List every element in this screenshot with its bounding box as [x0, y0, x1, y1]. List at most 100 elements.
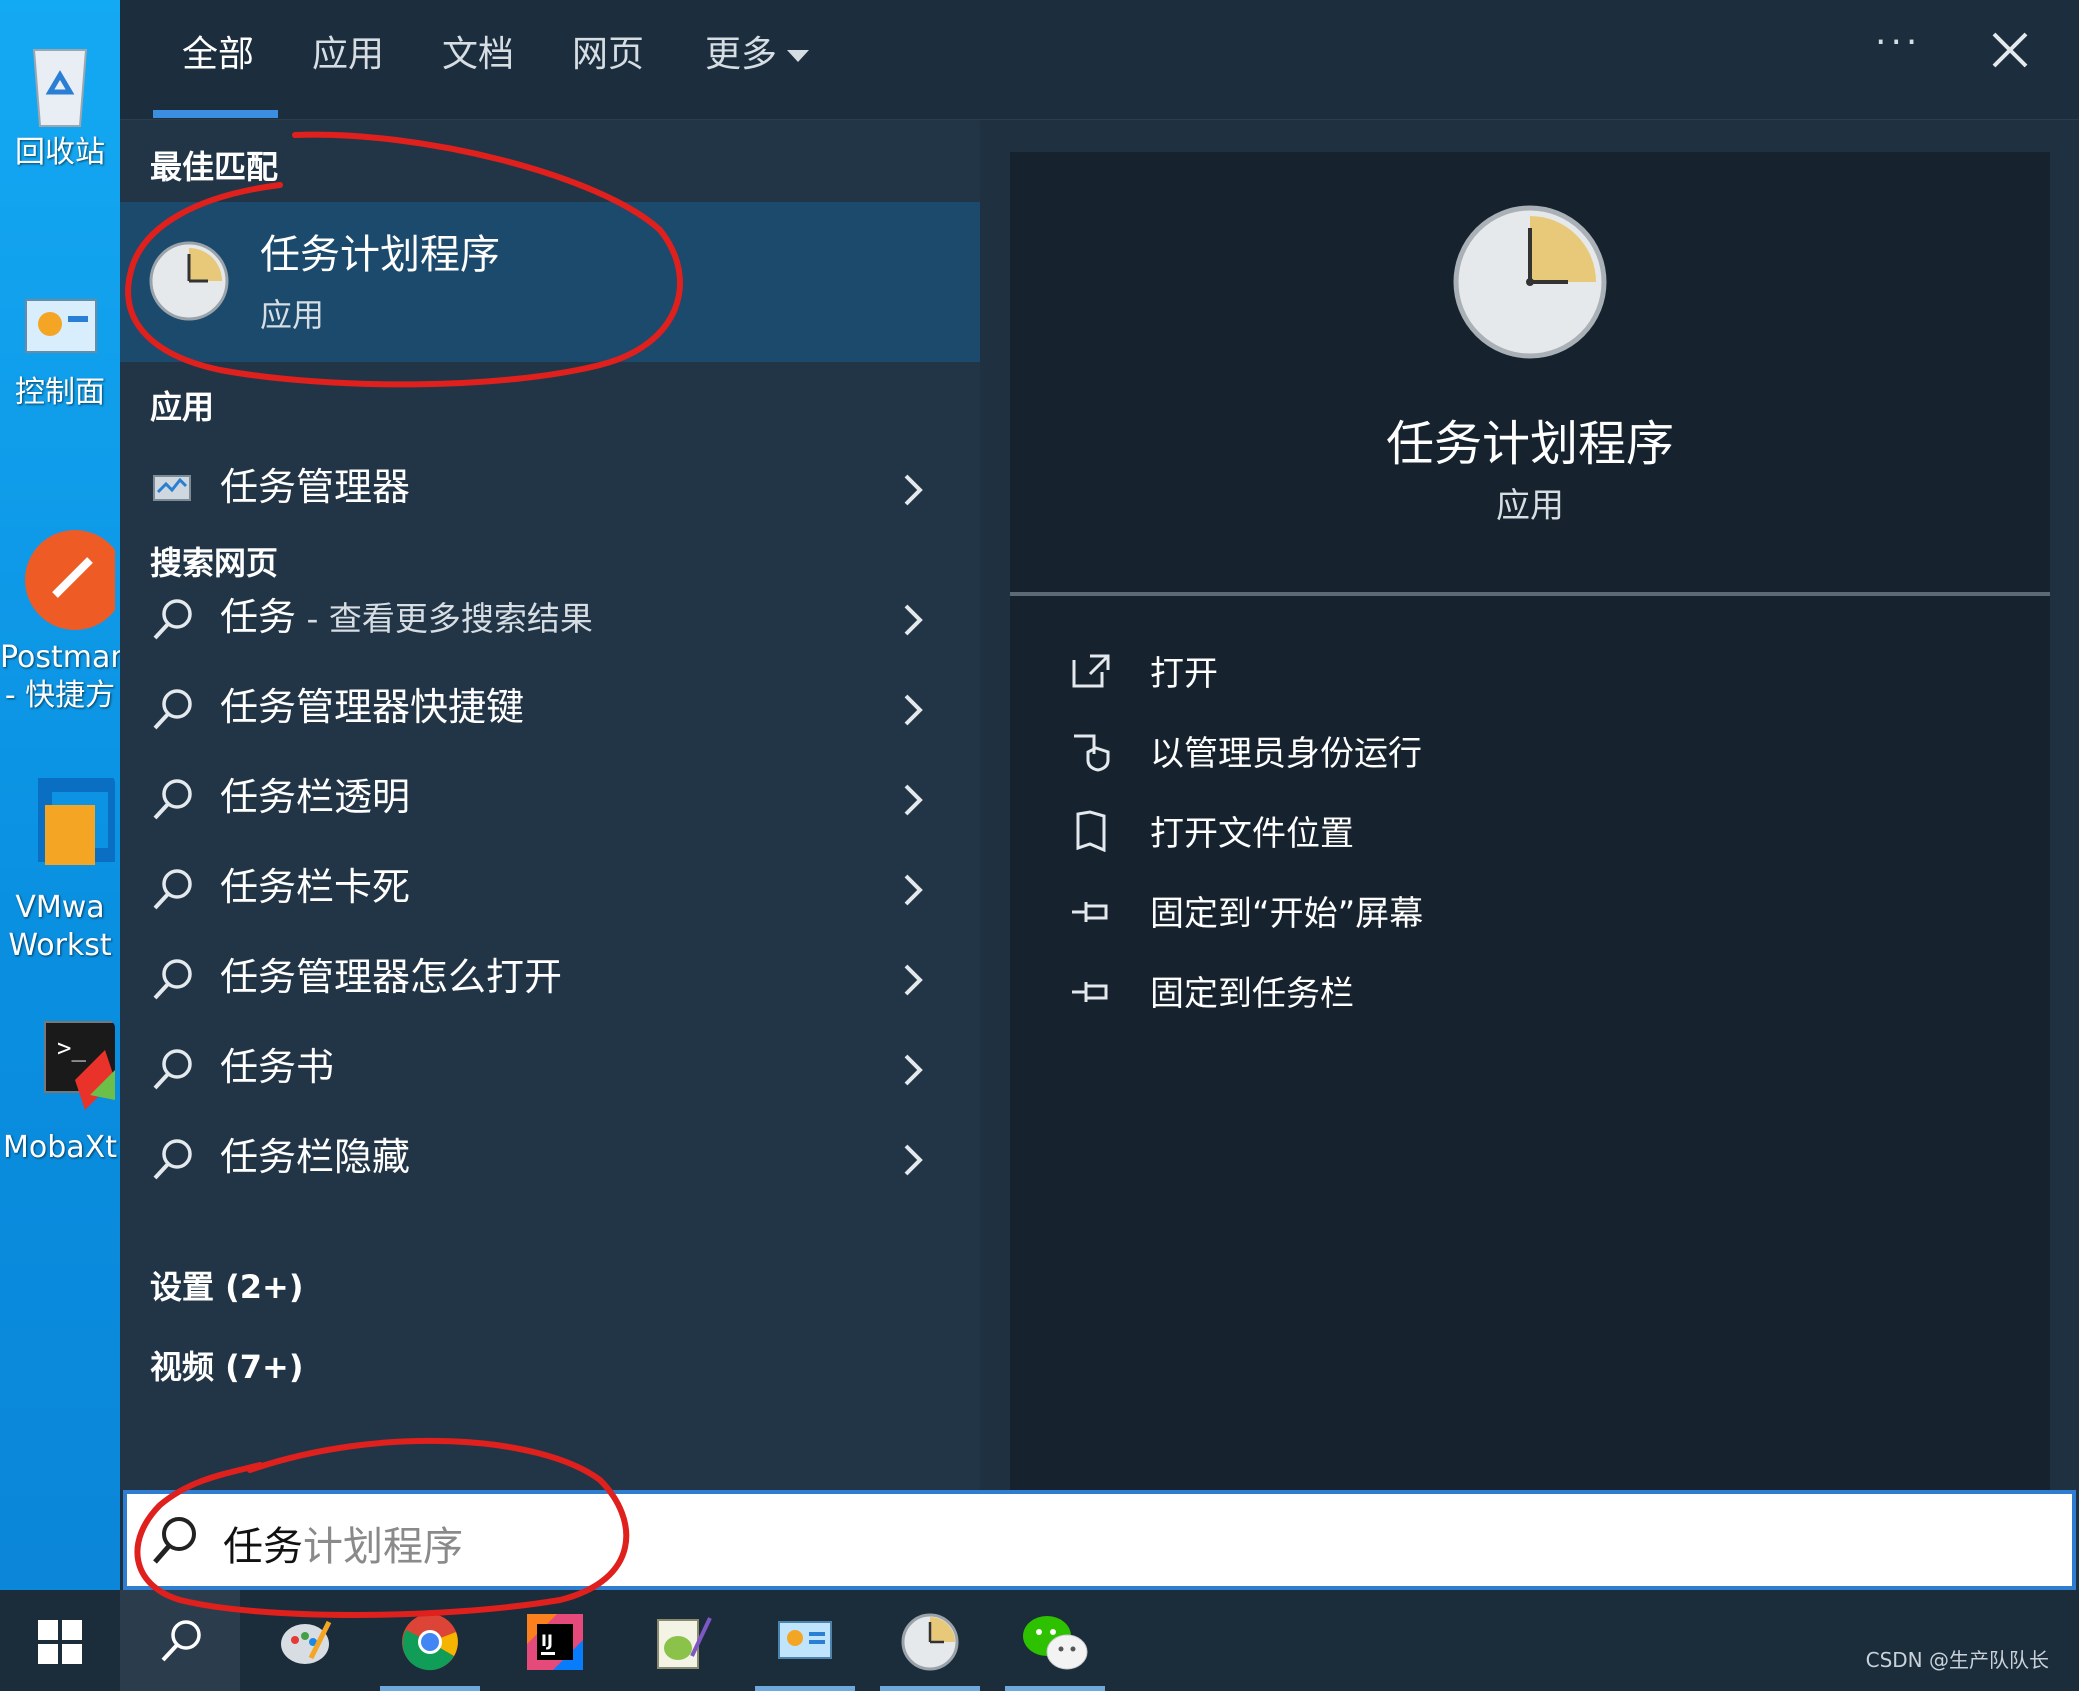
- taskbar-paint[interactable]: [245, 1590, 365, 1691]
- web-result[interactable]: 任务栏卡死: [120, 848, 980, 928]
- result-label: 任务管理器快捷键: [220, 685, 525, 729]
- desktop-icon-control-panel[interactable]: 控制面: [0, 290, 120, 412]
- intellij-icon: IJ: [527, 1614, 583, 1670]
- chevron-right-icon[interactable]: [900, 1140, 928, 1180]
- task-scheduler-clock-icon: [1453, 205, 1607, 359]
- chevron-down-icon: [787, 50, 810, 62]
- result-label: 任务管理器: [220, 465, 411, 509]
- taskbar-task-scheduler[interactable]: [870, 1590, 990, 1691]
- task-scheduler-clock-icon: [901, 1613, 959, 1671]
- search-text: 任务计划程序: [223, 1514, 463, 1572]
- desktop-icon-label: Postman: [0, 640, 120, 675]
- search-tabs-bar: 全部 应用 文档 网页 更多 ···: [120, 0, 2079, 120]
- svg-text:IJ: IJ: [541, 1631, 553, 1650]
- action-label: 打开: [1150, 654, 1218, 694]
- desktop-icon-postman[interactable]: Postman - 快捷方: [0, 525, 120, 715]
- result-label: 任务栏隐藏: [220, 1135, 411, 1179]
- web-result[interactable]: 任务书: [120, 1028, 980, 1108]
- action-open-file-location[interactable]: 打开文件位置: [1070, 802, 1870, 862]
- running-indicator: [880, 1686, 980, 1691]
- taskbar: IJ CSDN @生产队队长: [0, 1590, 2079, 1691]
- taskbar-wechat[interactable]: [995, 1590, 1115, 1691]
- web-result[interactable]: 任务栏透明: [120, 758, 980, 838]
- search-autocomplete: 计划程序: [303, 1524, 463, 1570]
- taskbar-chrome[interactable]: [370, 1590, 490, 1691]
- vmware-icon: [38, 778, 120, 865]
- task-scheduler-clock-icon: [149, 241, 229, 321]
- chevron-right-icon[interactable]: [900, 600, 928, 640]
- search-icon: [153, 1517, 196, 1564]
- tab-apps[interactable]: 应用: [312, 30, 384, 80]
- action-run-as-admin[interactable]: 以管理员身份运行: [1070, 722, 1870, 782]
- desktop-icon-label: 控制面: [15, 375, 105, 410]
- search-icon: [153, 779, 192, 820]
- web-result[interactable]: 任务管理器怎么打开: [120, 938, 980, 1018]
- chevron-right-icon[interactable]: [900, 690, 928, 730]
- taskbar-intellij[interactable]: IJ: [495, 1590, 615, 1691]
- taskbar-notepad-plus[interactable]: [620, 1590, 740, 1691]
- action-label: 以管理员身份运行: [1150, 734, 1422, 774]
- taskbar-search-button[interactable]: [120, 1590, 240, 1691]
- app-result-task-manager[interactable]: 任务管理器: [120, 448, 980, 528]
- watermark: CSDN @生产队队长: [1865, 1648, 2049, 1672]
- notepad-plus-icon: [657, 1617, 712, 1669]
- best-match-item[interactable]: 任务计划程序 应用: [120, 202, 980, 362]
- tab-web[interactable]: 网页: [572, 30, 644, 80]
- action-label: 固定到任务栏: [1150, 974, 1354, 1014]
- result-label: 任务管理器怎么打开: [220, 955, 563, 999]
- search-icon: [153, 1139, 192, 1180]
- running-indicator: [1005, 1686, 1105, 1691]
- best-match-title: 任务计划程序: [260, 232, 500, 278]
- search-icon: [153, 689, 192, 730]
- web-result[interactable]: 任务栏隐藏: [120, 1118, 980, 1198]
- preview-pane: 任务计划程序 应用 打开 以管理员身份运行 打开文件位置 固定到“开始”屏幕 固…: [1010, 152, 2050, 1490]
- search-icon: [153, 599, 192, 640]
- svg-text:>_: >_: [57, 1034, 86, 1062]
- mobaxterm-icon: >_: [44, 1021, 120, 1110]
- tab-all[interactable]: 全部: [182, 30, 254, 80]
- action-open[interactable]: 打开: [1070, 642, 1870, 702]
- web-result[interactable]: 任务管理器快捷键: [120, 668, 980, 748]
- tab-documents[interactable]: 文档: [442, 30, 514, 80]
- settings-header[interactable]: 设置 (2+): [150, 1262, 303, 1308]
- web-result[interactable]: 任务 - 查看更多搜索结果: [120, 578, 980, 658]
- action-pin-to-taskbar[interactable]: 固定到任务栏: [1070, 962, 1870, 1022]
- postman-icon: [25, 530, 120, 630]
- taskbar-control-panel[interactable]: [745, 1590, 865, 1691]
- paint-icon: [281, 1620, 332, 1664]
- preview-title: 任务计划程序: [1385, 416, 1674, 472]
- close-icon[interactable]: [1980, 20, 2040, 80]
- control-panel-icon: [778, 1621, 832, 1659]
- wechat-icon: [1023, 1616, 1088, 1670]
- search-panel: 全部 应用 文档 网页 更多 ··· 最佳匹配 任务计划程序 应用 应用 任务管…: [120, 0, 2079, 1590]
- tab-more-label: 更多: [705, 34, 778, 75]
- tab-more[interactable]: 更多: [705, 30, 810, 80]
- desktop-icon-mobaxterm[interactable]: >_ MobaXt: [0, 1020, 120, 1167]
- open-icon: [1072, 654, 1110, 688]
- chevron-right-icon[interactable]: [900, 960, 928, 1000]
- search-input[interactable]: 任务计划程序: [123, 1490, 2076, 1590]
- chevron-right-icon[interactable]: [900, 870, 928, 910]
- more-options-button[interactable]: ···: [1875, 22, 1921, 63]
- desktop-icon-recycle-bin[interactable]: 回收站: [0, 30, 120, 172]
- search-icon: [153, 1049, 192, 1090]
- result-label: 任务栏卡死: [220, 865, 411, 909]
- preview-subtitle: 应用: [1496, 486, 1564, 526]
- chevron-right-icon[interactable]: [900, 1050, 928, 1090]
- action-pin-to-start[interactable]: 固定到“开始”屏幕: [1070, 882, 1870, 942]
- chevron-right-icon[interactable]: [900, 470, 928, 510]
- result-label: 任务 - 查看更多搜索结果: [220, 592, 593, 644]
- desktop-icon-label: - 快捷方: [4, 678, 116, 713]
- action-label: 固定到“开始”屏幕: [1150, 894, 1424, 934]
- search-icon: [153, 869, 192, 910]
- apps-header: 应用: [150, 388, 215, 426]
- preview-divider: [1010, 592, 2050, 596]
- desktop-icon-vmware[interactable]: VMwa Workst: [0, 775, 120, 965]
- chevron-right-icon[interactable]: [900, 780, 928, 820]
- start-button[interactable]: [0, 1590, 120, 1691]
- best-match-subtitle: 应用: [260, 296, 325, 334]
- pin-icon: [1072, 902, 1108, 922]
- desktop: 回收站 控制面 Postman - 快捷方 VMwa Workst >_ Mob…: [0, 0, 120, 1590]
- desktop-icon-label: Workst: [8, 928, 112, 963]
- videos-header[interactable]: 视频 (7+): [150, 1342, 303, 1388]
